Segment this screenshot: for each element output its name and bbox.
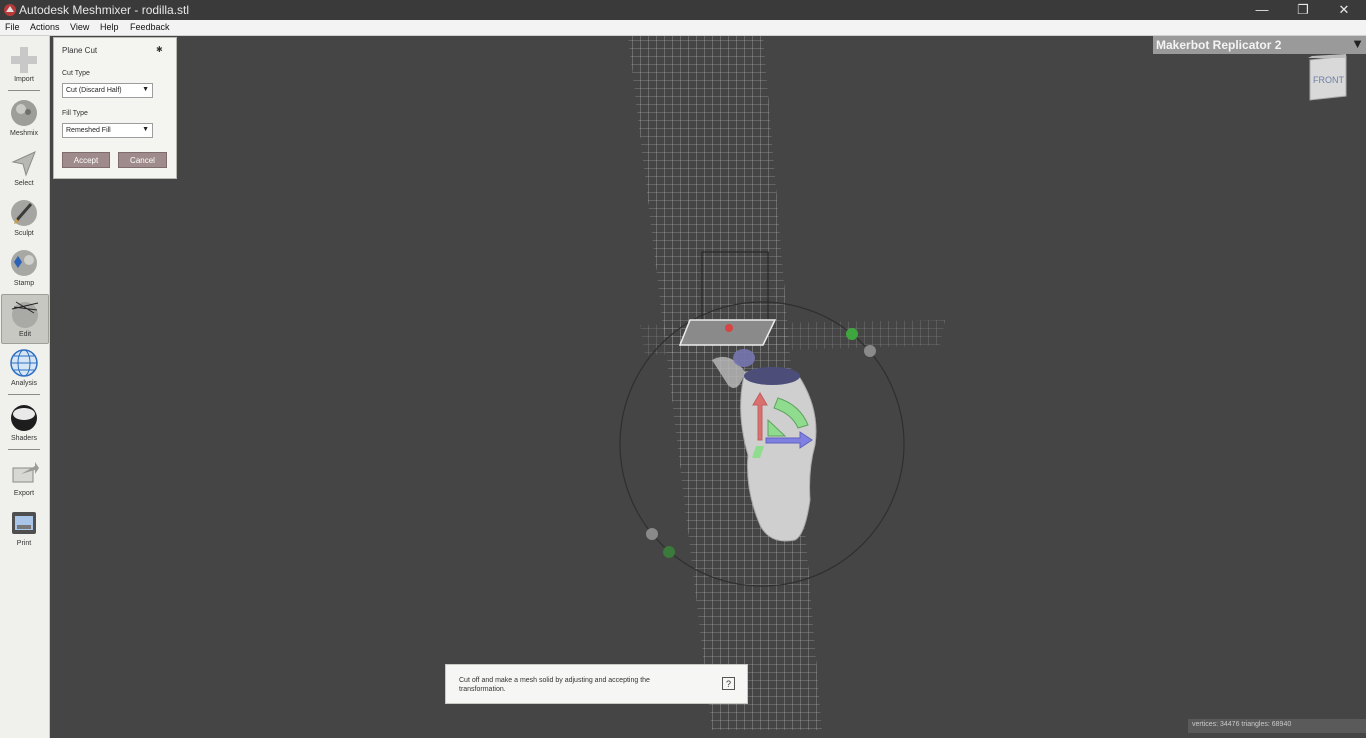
toolbar-divider bbox=[8, 449, 40, 450]
tool-help-box: Cut off and make a mesh solid by adjusti… bbox=[445, 664, 748, 704]
mesh-stats: vertices: 34476 triangles: 68940 bbox=[1188, 719, 1366, 733]
cut-type-value: Cut (Discard Half) bbox=[66, 87, 122, 94]
mesh-stats-text: vertices: 34476 triangles: 68940 bbox=[1192, 721, 1292, 728]
meshmixer-logo-icon bbox=[4, 4, 16, 16]
left-toolbar: Import Meshmix Select Sculpt Stamp Edit … bbox=[0, 36, 50, 738]
plus-icon bbox=[11, 47, 37, 73]
gear-icon[interactable]: ✱ bbox=[156, 45, 163, 54]
fill-type-select[interactable]: Remeshed Fill ▼ bbox=[62, 123, 153, 138]
restore-button[interactable]: ❐ bbox=[1281, 0, 1325, 20]
plane-cut-panel: Plane Cut ✱ Cut Type Cut (Discard Half) … bbox=[53, 37, 177, 179]
cut-type-select[interactable]: Cut (Discard Half) ▼ bbox=[62, 83, 153, 98]
printer-name: Makerbot Replicator 2 bbox=[1156, 38, 1282, 52]
meshmix-sphere-icon bbox=[11, 100, 37, 126]
menu-help[interactable]: Help bbox=[100, 22, 119, 32]
cut-cap bbox=[744, 367, 800, 385]
tool-export-label: Export bbox=[13, 490, 35, 497]
3d-viewport[interactable]: FRONT bbox=[50, 36, 1366, 738]
toolbar-divider bbox=[8, 90, 40, 91]
tool-analysis[interactable]: Analysis bbox=[1, 344, 47, 392]
cancel-button[interactable]: Cancel bbox=[118, 152, 167, 168]
tool-shaders-label: Shaders bbox=[10, 435, 38, 442]
menu-actions[interactable]: Actions bbox=[30, 22, 60, 32]
gray-handle[interactable] bbox=[646, 528, 658, 540]
tool-select[interactable]: Select bbox=[1, 144, 47, 192]
export-icon bbox=[12, 462, 39, 483]
tool-sculpt-label: Sculpt bbox=[14, 230, 34, 237]
chevron-down-icon: ▼ bbox=[1351, 36, 1364, 51]
toolbar-divider bbox=[8, 394, 40, 395]
menu-feedback[interactable]: Feedback bbox=[130, 22, 170, 32]
tool-sculpt[interactable]: Sculpt bbox=[1, 194, 47, 242]
arrow-icon bbox=[11, 151, 36, 177]
cut-type-label: Cut Type bbox=[62, 70, 90, 77]
tool-import[interactable]: Import bbox=[1, 40, 47, 88]
gray-handle[interactable] bbox=[864, 345, 876, 357]
printer-icon bbox=[12, 512, 36, 534]
printer-selector[interactable]: Makerbot Replicator 2 ▼ bbox=[1153, 36, 1366, 54]
menu-bar: File Actions View Help Feedback bbox=[0, 20, 1366, 36]
plane-center-dot[interactable] bbox=[725, 324, 733, 332]
tool-print[interactable]: Print bbox=[1, 504, 47, 552]
cut-marker bbox=[733, 349, 755, 367]
tool-shaders[interactable]: Shaders bbox=[1, 399, 47, 447]
window-title: Autodesk Meshmixer - rodilla.stl bbox=[19, 3, 190, 17]
tool-edit[interactable]: Edit bbox=[1, 294, 49, 344]
shader-sphere-icon bbox=[11, 405, 37, 431]
tool-meshmix-label: Meshmix bbox=[9, 130, 38, 137]
fill-type-label: Fill Type bbox=[62, 110, 88, 117]
brush-icon bbox=[11, 200, 37, 226]
view-cube-front-label: FRONT bbox=[1313, 75, 1344, 85]
tool-meshmix[interactable]: Meshmix bbox=[1, 94, 47, 142]
panel-title: Plane Cut bbox=[62, 46, 98, 55]
tool-import-label: Import bbox=[14, 76, 34, 83]
plane-handle[interactable] bbox=[678, 319, 777, 346]
tool-stamp-label: Stamp bbox=[13, 280, 35, 287]
menu-file[interactable]: File bbox=[5, 22, 20, 32]
help-button[interactable]: ? bbox=[722, 677, 735, 690]
title-bar: Autodesk Meshmixer - rodilla.stl — ❐ ✕ bbox=[0, 0, 1366, 20]
minimize-button[interactable]: — bbox=[1240, 0, 1284, 20]
tool-analysis-label: Analysis bbox=[10, 380, 38, 387]
edit-sphere-icon bbox=[11, 301, 39, 328]
help-text: Cut off and make a mesh solid by adjusti… bbox=[459, 677, 650, 693]
tool-export[interactable]: Export bbox=[1, 454, 47, 502]
menu-view[interactable]: View bbox=[70, 22, 89, 32]
chevron-down-icon: ▼ bbox=[142, 86, 149, 93]
green-handle[interactable] bbox=[846, 328, 858, 340]
tool-edit-label: Edit bbox=[18, 331, 32, 338]
close-button[interactable]: ✕ bbox=[1322, 0, 1366, 20]
chevron-down-icon: ▼ bbox=[142, 126, 149, 133]
stamp-icon bbox=[11, 250, 37, 276]
tool-print-label: Print bbox=[16, 540, 32, 547]
fill-type-value: Remeshed Fill bbox=[66, 127, 111, 134]
tool-stamp[interactable]: Stamp bbox=[1, 244, 47, 292]
accept-button[interactable]: Accept bbox=[62, 152, 110, 168]
green-handle[interactable] bbox=[663, 546, 675, 558]
analysis-globe-icon bbox=[10, 349, 38, 377]
tool-select-label: Select bbox=[14, 180, 34, 187]
